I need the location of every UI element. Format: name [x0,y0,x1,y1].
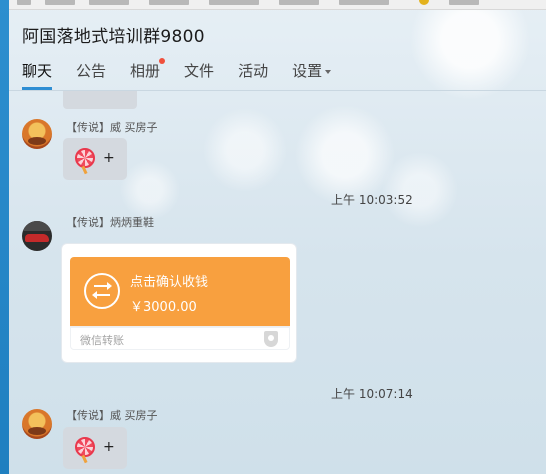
tab-bar: 聊天 公告 相册 文件 活动 设置 [22,58,355,90]
sender-name[interactable]: 【传说】威 买房子 [66,407,158,423]
tab-activities-label: 活动 [238,62,269,80]
message-bubble[interactable]: + [63,138,127,180]
transfer-label: 点击确认收钱 [130,275,209,290]
transfer-source: 微信转账 [80,334,124,347]
tab-album-label: 相册 [130,62,161,80]
message-bubble[interactable]: + [63,427,127,469]
sender-name[interactable]: 【传说】炳炳重鞋 [66,214,154,230]
tab-settings[interactable]: 设置 [292,60,332,90]
notification-dot-icon [159,58,166,64]
avatar-icon[interactable] [22,119,52,149]
transfer-amount: ￥3000.00 [130,300,197,315]
left-sidebar-strip [0,0,9,474]
shield-icon [264,331,278,347]
transfer-card-header: 点击确认收钱 ￥3000.00 [70,257,290,326]
transfer-card-footer: 微信转账 [70,326,290,350]
tab-activities[interactable]: 活动 [238,60,268,90]
tab-chat-label: 聊天 [22,62,53,80]
message-suffix: + [103,439,115,455]
tab-album[interactable]: 相册 [130,58,166,90]
sender-name[interactable]: 【传说】威 买房子 [66,119,158,135]
lollipop-icon [75,437,95,457]
message-timestamp: 上午 10:03:52 [331,193,413,207]
message-suffix: + [103,150,115,166]
transfer-arrows-icon [84,273,120,309]
tab-files-label: 文件 [184,62,215,80]
tab-chat[interactable]: 聊天 [22,60,53,90]
emoji-icon [419,0,429,5]
lollipop-icon [75,148,95,168]
tab-announcement[interactable]: 公告 [76,60,106,90]
message-timestamp: 上午 10:07:14 [331,387,413,401]
avatar-icon[interactable] [22,409,52,439]
top-toolbar-fragment [9,0,546,10]
transfer-card[interactable]: 点击确认收钱 ￥3000.00 微信转账 [62,244,296,362]
previous-message-bubble [63,91,137,109]
tab-files[interactable]: 文件 [184,60,214,90]
group-title: 阿国落地式培训群9800 [22,27,205,47]
tab-announcement-label: 公告 [76,62,107,80]
chevron-down-icon [325,69,332,74]
car-avatar-icon[interactable] [22,221,52,251]
tab-settings-label: 设置 [292,62,323,80]
message-list[interactable]: 【传说】威 买房子 + 上午 10:03:52 【传说】炳炳重鞋 点击确认收钱 … [9,91,546,474]
